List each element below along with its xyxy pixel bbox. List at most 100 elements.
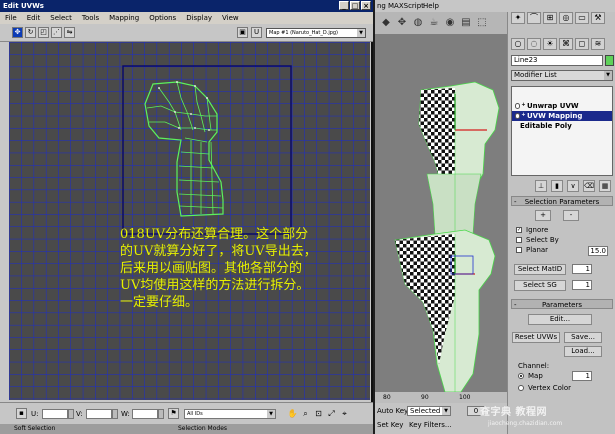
sg-field[interactable]: 1	[572, 280, 592, 290]
shrink-selection-button[interactable]: -	[563, 210, 579, 221]
menu-file[interactable]: File	[0, 12, 22, 24]
menu-mapping[interactable]: Mapping	[104, 12, 144, 24]
menu-options[interactable]: Options	[144, 12, 181, 24]
object-name-field[interactable]: Line23	[511, 55, 603, 66]
key-filters-button[interactable]: Key Filters...	[409, 421, 452, 429]
selection-modes-header[interactable]: Selection Modes	[178, 424, 227, 434]
selection-parameters-rollout[interactable]: - Selection Parameters	[511, 196, 613, 206]
select-matid-button[interactable]: Select MatID	[514, 264, 566, 275]
menu-maxscript[interactable]: MAXScript	[388, 0, 424, 12]
expand-plus-icon[interactable]: +	[521, 113, 526, 118]
u-field[interactable]	[42, 409, 68, 419]
helpers-icon[interactable]: ◻	[575, 38, 589, 50]
planar-angle-field[interactable]: 15.0	[588, 246, 608, 256]
grow-selection-button[interactable]: +	[535, 210, 551, 221]
move-icon[interactable]: ✥	[12, 27, 23, 38]
render-icon[interactable]: ◍	[411, 16, 425, 30]
material-editor-icon[interactable]: ◉	[443, 16, 457, 30]
perspective-viewport[interactable]	[375, 34, 507, 402]
close-icon[interactable]: ×	[361, 1, 371, 10]
modifier-list-dropdown[interactable]: Modifier List ▼	[511, 70, 613, 81]
map-channel-label: Map	[528, 372, 543, 380]
layer-icon[interactable]: ▤	[459, 16, 473, 30]
w-field[interactable]	[132, 409, 158, 419]
menu-view[interactable]: View	[217, 12, 244, 24]
geometry-icon[interactable]: ○	[511, 38, 525, 50]
object-color-swatch[interactable]	[605, 55, 614, 66]
edit-uvws-titlebar[interactable]: Edit UVWs _ □ ×	[0, 0, 373, 12]
save-button[interactable]: Save...	[564, 332, 602, 343]
configure-sets-icon[interactable]: ▦	[599, 180, 611, 192]
minimize-icon[interactable]: _	[339, 1, 349, 10]
freeform-icon[interactable]: ⋰	[51, 27, 62, 38]
zoom-all-icon[interactable]: ⌖	[339, 408, 350, 419]
menu-help[interactable]: Help	[423, 0, 439, 12]
vertex-color-radio[interactable]	[518, 385, 524, 391]
select-object-icon[interactable]: ◆	[379, 16, 393, 30]
pin-stack-icon[interactable]: ⊥	[535, 180, 547, 192]
v-field[interactable]	[86, 409, 112, 419]
zoom-extents-icon[interactable]: ⤢	[326, 408, 337, 419]
quick-render-icon[interactable]: ☕	[427, 16, 441, 30]
motion-tab-icon[interactable]: ◎	[559, 12, 573, 24]
w-spinner[interactable]	[158, 409, 164, 419]
flag-icon[interactable]: ⚑	[168, 408, 179, 419]
matid-field[interactable]: 1	[572, 264, 592, 274]
set-key-button[interactable]: Set Key	[377, 421, 403, 429]
menu-select[interactable]: Select	[45, 12, 77, 24]
uv-mode-icon[interactable]: U	[251, 27, 262, 38]
time-ruler[interactable]: 80 90 100	[375, 392, 507, 403]
stack-item-unwrap-uvw[interactable]: + Unwrap UVW	[512, 101, 612, 111]
show-end-result-icon[interactable]: ▮	[551, 180, 563, 192]
zoom-region-icon[interactable]: ⊡	[313, 408, 324, 419]
maximize-icon[interactable]: □	[350, 1, 360, 10]
rotate-icon[interactable]: ↻	[25, 27, 36, 38]
texture-dropdown[interactable]: Map #1 (Naruto_Hat_D.jpg) ▼	[266, 28, 366, 38]
shapes-icon[interactable]: ◌	[527, 38, 541, 50]
lights-icon[interactable]: ☀	[543, 38, 557, 50]
zoom-icon[interactable]: ⌕	[300, 408, 311, 419]
show-map-icon[interactable]: ▣	[237, 27, 248, 38]
auto-key-label[interactable]: Auto Key	[377, 407, 408, 415]
planar-checkbox[interactable]	[516, 247, 522, 253]
hierarchy-tab-icon[interactable]: ⊞	[543, 12, 557, 24]
uv-editor-viewport[interactable]: 018UV分布还算合理。这个部分 的UV就算分好了，将UV导出去， 后来用以画贴…	[9, 42, 370, 400]
utilities-tab-icon[interactable]: ⚒	[591, 12, 605, 24]
reset-uvws-button[interactable]: Reset UVWs	[512, 332, 560, 343]
key-mode-dropdown[interactable]: Selected ▼	[407, 406, 451, 416]
mirror-icon[interactable]: ⇋	[64, 27, 75, 38]
menu-display[interactable]: Display	[181, 12, 217, 24]
menu-edit[interactable]: Edit	[22, 12, 46, 24]
edit-uvws-button[interactable]: Edit...	[528, 314, 592, 325]
remove-modifier-icon[interactable]: ⌫	[583, 180, 595, 192]
display-tab-icon[interactable]: ▭	[575, 12, 589, 24]
map-channel-radio[interactable]	[518, 373, 524, 379]
u-spinner[interactable]	[68, 409, 74, 419]
make-unique-icon[interactable]: ∨	[567, 180, 579, 192]
rollout-title: Selection Parameters	[524, 198, 600, 206]
menu-tools[interactable]: Tools	[77, 12, 104, 24]
modify-tab-icon[interactable]: ⌒	[527, 12, 541, 24]
create-tab-icon[interactable]: ✦	[511, 12, 525, 24]
map-channel-field[interactable]: 1	[572, 371, 592, 381]
v-spinner[interactable]	[112, 409, 118, 419]
stack-item-uvw-mapping[interactable]: + UVW Mapping	[512, 111, 612, 121]
select-move-icon[interactable]: ✥	[395, 16, 409, 30]
lightbulb-icon[interactable]	[515, 103, 520, 109]
lightbulb-icon[interactable]	[515, 113, 520, 119]
soft-selection-header[interactable]: Soft Selection	[14, 424, 55, 434]
load-button[interactable]: Load...	[564, 346, 602, 357]
select-by-checkbox[interactable]	[516, 237, 522, 243]
pan-hand-icon[interactable]: ✋	[287, 408, 298, 419]
select-sg-button[interactable]: Select SG	[514, 280, 566, 291]
ignore-checkbox[interactable]: ✓	[516, 227, 522, 233]
cameras-icon[interactable]: ⌘	[559, 38, 573, 50]
menu-rendering[interactable]: ng	[377, 0, 386, 12]
stack-item-editable-poly[interactable]: Editable Poly	[512, 121, 612, 131]
expand-plus-icon[interactable]: +	[521, 103, 526, 108]
lock-icon[interactable]: ▪	[16, 408, 27, 419]
id-filter-dropdown[interactable]: All IDs ▼	[184, 409, 276, 419]
parameters-rollout[interactable]: - Parameters	[511, 299, 613, 309]
spacewarps-icon[interactable]: ≋	[591, 38, 605, 50]
scale-icon[interactable]: ◰	[38, 27, 49, 38]
